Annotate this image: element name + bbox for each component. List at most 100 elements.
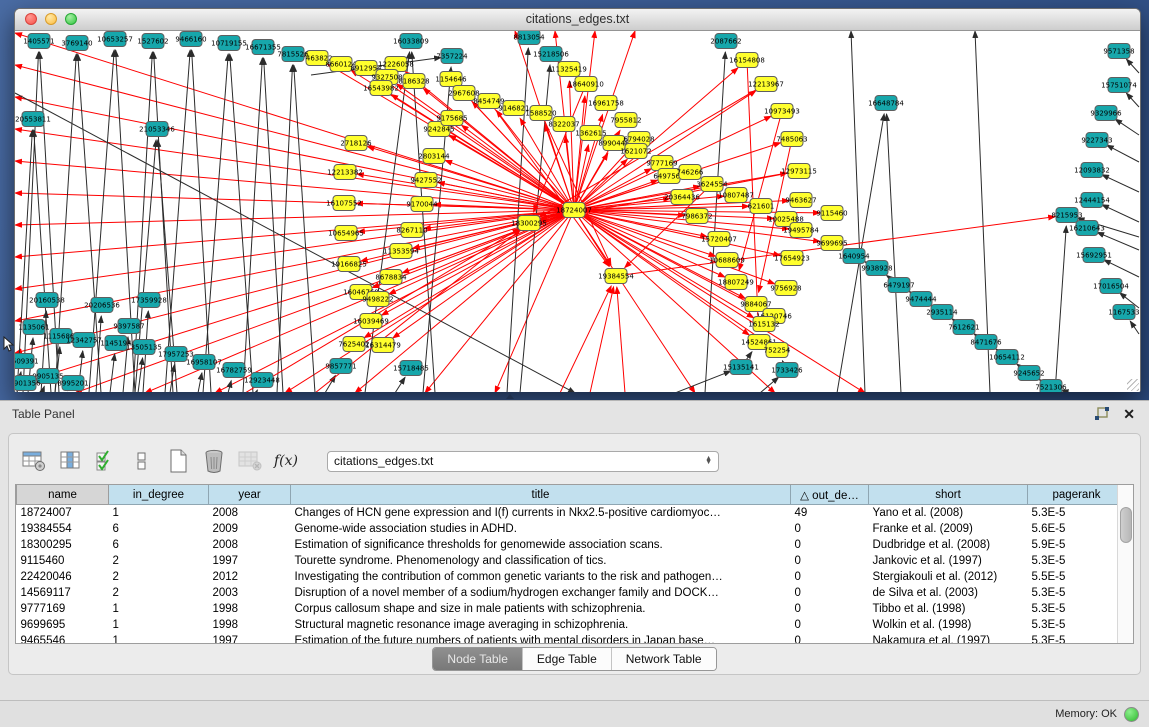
graph-node-yellow[interactable]: 8267110	[396, 223, 427, 238]
cell-title[interactable]: Genome-wide association studies in ADHD.	[291, 521, 791, 537]
column-header-pagerank[interactable]: pagerank	[1028, 485, 1126, 505]
graph-node-yellow[interactable]: 7986372	[681, 209, 712, 224]
graph-node-teal[interactable]: 9857771	[325, 359, 356, 374]
graph-node-teal[interactable]: 9474444	[905, 292, 937, 307]
graph-node-yellow[interactable]: 12213382	[327, 165, 363, 180]
graph-node-yellow[interactable]: 11353594	[383, 244, 419, 259]
cell-name[interactable]: 9465546	[17, 633, 109, 644]
vertical-scrollbar[interactable]	[1117, 485, 1133, 643]
graph-node-teal[interactable]: 7815526	[277, 47, 309, 62]
tab-node-table[interactable]: Node Table	[433, 648, 522, 670]
graph-node-teal[interactable]: 9938928	[861, 261, 892, 276]
cell-in_degree[interactable]: 1	[109, 617, 209, 633]
graph-node-yellow[interactable]: 9115460	[816, 206, 847, 221]
cell-title[interactable]: Tourette syndrome. Phenomenology and cla…	[291, 553, 791, 569]
cell-short[interactable]: Nakamura et al. (1997)	[869, 633, 1028, 644]
cell-out_de[interactable]: 0	[791, 633, 869, 644]
graph-node-teal[interactable]: 9227343	[1081, 133, 1112, 148]
scrollbar-thumb[interactable]	[1120, 507, 1132, 543]
cell-in_degree[interactable]: 1	[109, 601, 209, 617]
graph-node-yellow[interactable]: 746266	[677, 165, 704, 180]
graph-node-teal[interactable]: 8471676	[970, 335, 1002, 350]
cell-pagerank[interactable]: 5.3E-5	[1028, 505, 1126, 522]
graph-node-teal[interactable]: 1640954	[838, 249, 870, 264]
graph-node-yellow[interactable]: 16961758	[588, 96, 624, 111]
graph-node-teal[interactable]: 17359928	[131, 293, 167, 308]
graph-node-teal[interactable]: 7357224	[436, 49, 468, 64]
cell-pagerank[interactable]: 5.6E-5	[1028, 521, 1126, 537]
graph-node-teal[interactable]: 15718485	[393, 361, 429, 376]
graph-node-teal[interactable]: 9466160	[175, 32, 206, 47]
delete-columns-button[interactable]	[201, 448, 227, 474]
graph-node-yellow[interactable]: 9175685	[436, 111, 467, 126]
cell-in_degree[interactable]: 6	[109, 521, 209, 537]
network-canvas[interactable]: 1872400718300295271812612213382161075521…	[15, 31, 1140, 392]
table-row[interactable]: 969969511998Structural magnetic resonanc…	[17, 617, 1126, 633]
graph-node-teal[interactable]: 21053346	[139, 122, 175, 137]
graph-node-yellow[interactable]: 9463627	[785, 193, 816, 208]
cell-pagerank[interactable]: 5.5E-5	[1028, 569, 1126, 585]
cell-short[interactable]: Yano et al. (2008)	[869, 505, 1028, 522]
cell-out_de[interactable]: 0	[791, 537, 869, 553]
graph-node-yellow[interactable]: 11325419	[551, 62, 587, 77]
cell-short[interactable]: Tibbo et al. (1998)	[869, 601, 1028, 617]
cell-pagerank[interactable]: 5.3E-5	[1028, 553, 1126, 569]
graph-node-yellow[interactable]: 9498222	[362, 292, 393, 307]
graph-node-yellow[interactable]: 8678834	[375, 270, 407, 285]
cell-name[interactable]: 18724007	[17, 505, 109, 522]
graph-node-yellow[interactable]: 18640910	[568, 77, 604, 92]
cell-pagerank[interactable]: 5.3E-5	[1028, 617, 1126, 633]
cell-title[interactable]: Estimation of significance thresholds fo…	[291, 537, 791, 553]
graph-node-teal[interactable]: 1405571	[23, 34, 54, 49]
cell-out_de[interactable]: 0	[791, 553, 869, 569]
graph-node-yellow[interactable]: 12213967	[748, 77, 784, 92]
graph-node-teal[interactable]: 9329966	[1090, 106, 1122, 121]
column-header-year[interactable]: year	[209, 485, 291, 505]
graph-node-teal[interactable]: 1509391	[15, 354, 39, 369]
graph-node-teal[interactable]: 1527602	[137, 34, 168, 49]
graph-node-yellow[interactable]: 7485063	[776, 132, 807, 147]
graph-node-teal[interactable]: 16648784	[868, 96, 904, 111]
graph-node-yellow[interactable]: 17654923	[774, 251, 810, 266]
table-settings-button[interactable]	[21, 448, 47, 474]
select-all-columns-button[interactable]	[93, 448, 119, 474]
graph-node-yellow[interactable]: 19384554	[598, 269, 634, 284]
cell-short[interactable]: Stergiakouli et al. (2012)	[869, 569, 1028, 585]
graph-node-yellow[interactable]: 1588520	[525, 106, 556, 121]
graph-node-teal[interactable]: 8995201	[57, 376, 88, 391]
float-panel-icon[interactable]	[1094, 407, 1109, 421]
cell-in_degree[interactable]: 1	[109, 633, 209, 644]
tab-network-table[interactable]: Network Table	[611, 648, 716, 670]
graph-node-yellow[interactable]: 7955812	[610, 113, 641, 128]
zoom-window-button[interactable]	[65, 13, 77, 25]
graph-node-teal[interactable]: 2087662	[710, 34, 741, 49]
cell-short[interactable]: Franke et al. (2009)	[869, 521, 1028, 537]
cell-year[interactable]: 2009	[209, 521, 291, 537]
graph-node-yellow[interactable]: 2803144	[418, 149, 450, 164]
cell-year[interactable]: 1998	[209, 601, 291, 617]
close-panel-icon[interactable]: ✕	[1123, 407, 1135, 421]
graph-node-teal[interactable]: 6479197	[883, 278, 914, 293]
close-window-button[interactable]	[25, 13, 37, 25]
cell-pagerank[interactable]: 5.3E-5	[1028, 585, 1126, 601]
table-row[interactable]: 1872400712008Changes of HCN gene express…	[17, 505, 1126, 522]
tab-edge-table[interactable]: Edge Table	[522, 648, 611, 670]
graph-node-teal[interactable]: 20160538	[29, 293, 65, 308]
graph-node-yellow[interactable]: 3624554	[696, 177, 728, 192]
table-row[interactable]: 977716911998Corpus callosum shape and si…	[17, 601, 1126, 617]
cell-pagerank[interactable]: 5.9E-5	[1028, 537, 1126, 553]
graph-node-yellow[interactable]: 752254	[764, 343, 791, 358]
graph-node-teal[interactable]: 17016504	[1093, 279, 1129, 294]
graph-node-teal[interactable]: 16671355	[245, 40, 281, 55]
table-row[interactable]: 2242004622012Investigating the contribut…	[17, 569, 1126, 585]
graph-node-teal[interactable]: 10719155	[211, 36, 247, 51]
cell-out_de[interactable]: 0	[791, 601, 869, 617]
graph-node-teal[interactable]: 9571358	[1103, 44, 1134, 59]
graph-node-yellow[interactable]: 16154808	[729, 53, 765, 68]
cell-in_degree[interactable]: 1	[109, 505, 209, 522]
graph-node-teal[interactable]: 7612621	[948, 320, 979, 335]
column-header-name[interactable]: name	[17, 485, 109, 505]
column-header-short[interactable]: short	[869, 485, 1028, 505]
cell-name[interactable]: 19384554	[17, 521, 109, 537]
cell-title[interactable]: Changes of HCN gene expression and I(f) …	[291, 505, 791, 522]
